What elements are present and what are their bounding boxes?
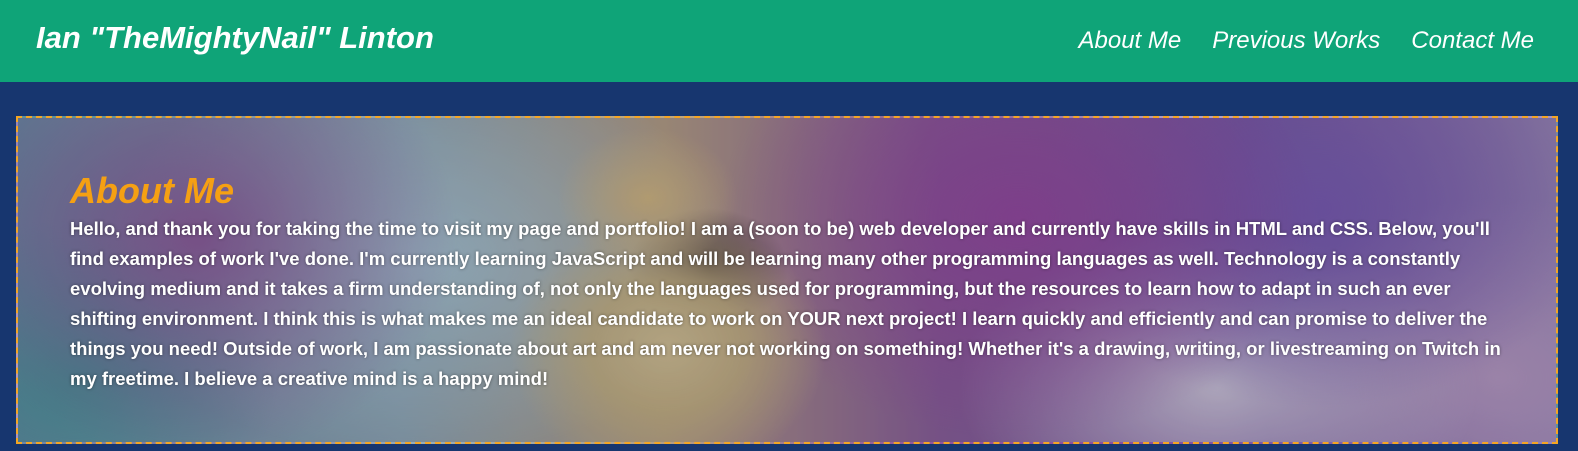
- site-title: Ian "TheMightyNail" Linton: [36, 20, 434, 55]
- nav-link-about-me[interactable]: About Me: [1079, 27, 1182, 55]
- site-header: Ian "TheMightyNail" Linton About Me Prev…: [0, 0, 1578, 82]
- about-heading: About Me: [70, 170, 234, 211]
- nav-link-contact-me[interactable]: Contact Me: [1411, 27, 1534, 55]
- main-nav: About Me Previous Works Contact Me: [1079, 27, 1535, 55]
- nav-link-previous-works[interactable]: Previous Works: [1212, 27, 1380, 55]
- about-body-text: Hello, and thank you for taking the time…: [70, 218, 1501, 389]
- about-section: About Me Hello, and thank you for taking…: [16, 116, 1558, 444]
